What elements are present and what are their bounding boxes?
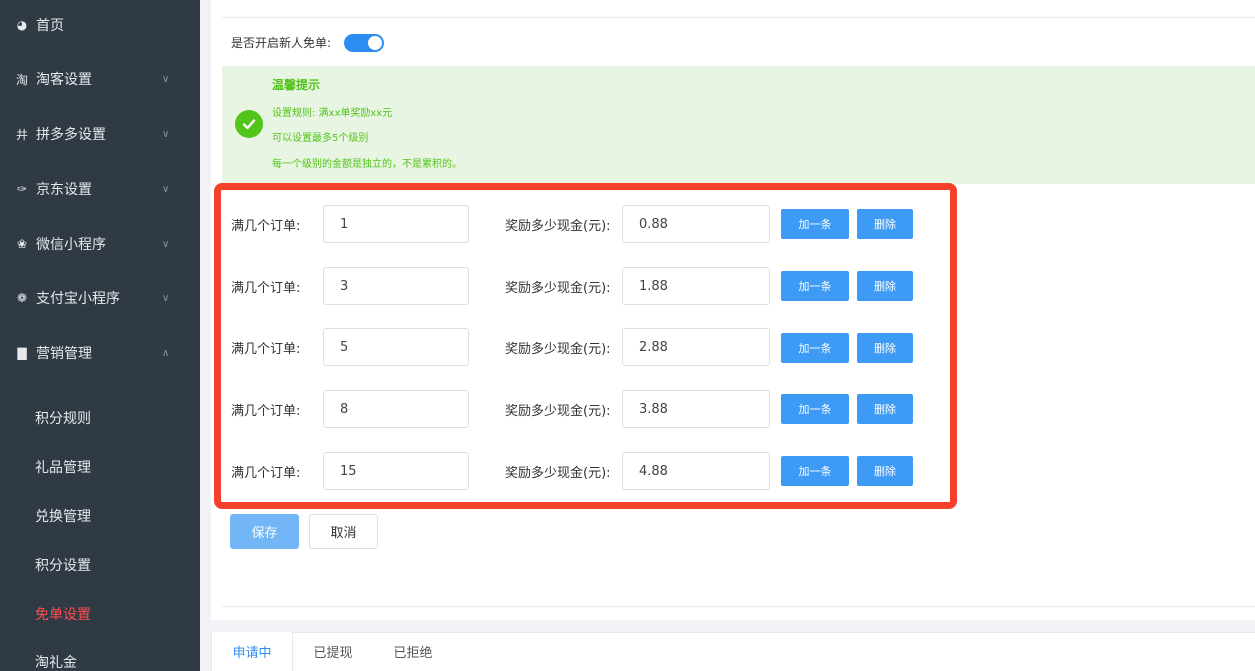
toggle-knob bbox=[368, 36, 382, 50]
add-row-button[interactable]: 加一条 bbox=[781, 271, 849, 301]
add-row-button[interactable]: 加一条 bbox=[781, 394, 849, 424]
sidebar-item-label: 京东设置 bbox=[36, 182, 92, 198]
orders-label: 满几个订单: bbox=[231, 341, 301, 357]
marketing-chart-icon: ▇ bbox=[17, 346, 27, 360]
chevron-down-icon: ∨ bbox=[162, 238, 170, 250]
sidebar-subitem-taolijin[interactable]: 淘礼金 bbox=[0, 647, 200, 671]
sidebar-subitem-exchange-management[interactable]: 兑换管理 bbox=[0, 501, 200, 531]
orders-input[interactable]: 5 bbox=[323, 328, 469, 366]
sidebar-item-label: 首页 bbox=[36, 18, 64, 34]
cash-label: 奖励多少现金(元): bbox=[505, 341, 611, 357]
dashboard-icon: ◕ bbox=[16, 18, 28, 32]
sidebar-item-marketing[interactable]: ▇ 营销管理 ∧ bbox=[0, 338, 200, 368]
cash-label: 奖励多少现金(元): bbox=[505, 280, 611, 296]
sidebar-subitem-free-order-settings[interactable]: 免单设置 bbox=[0, 599, 200, 629]
sidebar-item-label: 支付宝小程序 bbox=[36, 291, 120, 307]
orders-label: 满几个订单: bbox=[231, 403, 301, 419]
sidebar-item-pinduoduo[interactable]: 井 拼多多设置 ∨ bbox=[0, 119, 200, 149]
orders-input[interactable]: 1 bbox=[323, 205, 469, 243]
sidebar-item-home[interactable]: ◕ 首页 bbox=[0, 10, 200, 40]
jd-icon: ✑ bbox=[16, 182, 28, 196]
sidebar-item-alipay-miniprogram[interactable]: ❁ 支付宝小程序 ∨ bbox=[0, 283, 200, 313]
cash-label: 奖励多少现金(元): bbox=[505, 218, 611, 234]
add-row-button[interactable]: 加一条 bbox=[781, 209, 849, 239]
chevron-down-icon: ∨ bbox=[162, 73, 170, 85]
sidebar-item-label: 拼多多设置 bbox=[36, 127, 106, 143]
delete-row-button[interactable]: 删除 bbox=[857, 333, 913, 363]
sidebar-item-wechat-miniprogram[interactable]: ❀ 微信小程序 ∨ bbox=[0, 229, 200, 259]
cash-input[interactable]: 0.88 bbox=[622, 205, 770, 243]
sidebar-subitem-label: 礼品管理 bbox=[35, 460, 91, 476]
chevron-up-icon: ∧ bbox=[162, 347, 170, 359]
save-button[interactable]: 保存 bbox=[230, 514, 299, 549]
check-circle-icon bbox=[235, 110, 263, 138]
pinduoduo-icon: 井 bbox=[15, 127, 28, 142]
sidebar-subitem-points-settings[interactable]: 积分设置 bbox=[0, 550, 200, 580]
orders-input[interactable]: 8 bbox=[323, 390, 469, 428]
orders-label: 满几个订单: bbox=[231, 280, 301, 296]
new-user-free-toggle-label: 是否开启新人免单: bbox=[231, 35, 332, 50]
add-row-button[interactable]: 加一条 bbox=[781, 333, 849, 363]
sidebar-item-taoke[interactable]: 淘 淘客设置 ∨ bbox=[0, 64, 200, 94]
tips-panel: 温馨提示 设置规则: 满xx单奖励xx元 可以设置最多5个级别 每一个级别的金额… bbox=[222, 66, 1255, 184]
sidebar-item-label: 营销管理 bbox=[36, 346, 92, 362]
cash-input[interactable]: 1.88 bbox=[622, 267, 770, 305]
sidebar: ◕ 首页 淘 淘客设置 ∨ 井 拼多多设置 ∨ ✑ 京东设置 ∨ ❀ 微信小程序… bbox=[0, 0, 200, 671]
cash-input[interactable]: 2.88 bbox=[622, 328, 770, 366]
delete-row-button[interactable]: 删除 bbox=[857, 209, 913, 239]
sidebar-subitem-points-rules[interactable]: 积分规则 bbox=[0, 403, 200, 433]
sidebar-subitem-label: 积分设置 bbox=[35, 558, 91, 574]
chevron-down-icon: ∨ bbox=[162, 183, 170, 195]
delete-row-button[interactable]: 删除 bbox=[857, 394, 913, 424]
tab-withdrawn[interactable]: 已提现 bbox=[293, 632, 373, 671]
orders-label: 满几个订单: bbox=[231, 465, 301, 481]
sidebar-subitem-label: 积分规则 bbox=[35, 411, 91, 427]
wechat-miniprogram-icon: ❀ bbox=[16, 237, 28, 251]
sidebar-subitem-label: 免单设置 bbox=[35, 607, 91, 623]
chevron-down-icon: ∨ bbox=[162, 128, 170, 140]
tips-title: 温馨提示 bbox=[272, 78, 321, 92]
orders-input[interactable]: 3 bbox=[323, 267, 469, 305]
tips-line: 可以设置最多5个级别 bbox=[272, 133, 369, 144]
add-row-button[interactable]: 加一条 bbox=[781, 456, 849, 486]
orders-label: 满几个订单: bbox=[231, 218, 301, 234]
alipay-icon: ❁ bbox=[16, 291, 28, 305]
sidebar-item-jd[interactable]: ✑ 京东设置 ∨ bbox=[0, 174, 200, 204]
divider bbox=[222, 606, 1255, 607]
orders-input[interactable]: 15 bbox=[323, 452, 469, 490]
new-user-free-toggle[interactable] bbox=[344, 34, 384, 52]
sidebar-subitem-gift-management[interactable]: 礼品管理 bbox=[0, 452, 200, 482]
divider bbox=[222, 17, 1255, 18]
chevron-down-icon: ∨ bbox=[162, 292, 170, 304]
taobao-icon: 淘 bbox=[15, 72, 28, 87]
tips-line: 设置规则: 满xx单奖励xx元 bbox=[272, 108, 393, 119]
delete-row-button[interactable]: 删除 bbox=[857, 456, 913, 486]
tips-line: 每一个级别的金额是独立的，不是累积的。 bbox=[272, 159, 462, 170]
sidebar-subitem-label: 淘礼金 bbox=[35, 655, 77, 671]
cancel-button[interactable]: 取消 bbox=[309, 514, 378, 549]
cash-input[interactable]: 3.88 bbox=[622, 390, 770, 428]
cash-label: 奖励多少现金(元): bbox=[505, 403, 611, 419]
cash-input[interactable]: 4.88 bbox=[622, 452, 770, 490]
tab-applying[interactable]: 申请中 bbox=[211, 632, 293, 671]
delete-row-button[interactable]: 删除 bbox=[857, 271, 913, 301]
sidebar-subitem-label: 兑换管理 bbox=[35, 509, 91, 525]
tab-rejected[interactable]: 已拒绝 bbox=[373, 632, 453, 671]
sidebar-item-label: 微信小程序 bbox=[36, 237, 106, 253]
cash-label: 奖励多少现金(元): bbox=[505, 465, 611, 481]
sidebar-item-label: 淘客设置 bbox=[36, 72, 92, 88]
